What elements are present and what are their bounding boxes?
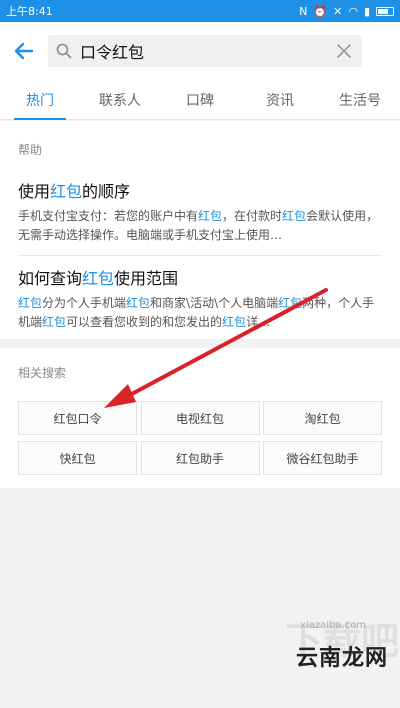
- search-header: 口令红包: [0, 22, 400, 80]
- related-searches-section: 相关搜索 红包口令 电视红包 淘红包 快红包 红包助手 微谷红包助手: [0, 348, 400, 488]
- tab-hot[interactable]: 热门: [0, 80, 80, 120]
- tab-news[interactable]: 资讯: [240, 80, 320, 120]
- related-chip[interactable]: 微谷红包助手: [263, 441, 382, 475]
- tab-koubei[interactable]: 口碑: [160, 80, 240, 120]
- mute-icon: ✕: [333, 4, 343, 18]
- tab-life[interactable]: 生活号: [320, 80, 400, 120]
- alarm-icon: ⏰: [313, 4, 328, 18]
- tab-contacts[interactable]: 联系人: [80, 80, 160, 120]
- result-title: 如何查询红包使用范围: [18, 269, 179, 288]
- watermark-url: xiazaiba.com: [300, 620, 366, 631]
- related-section-label: 相关搜索: [18, 366, 67, 380]
- clear-button[interactable]: [334, 41, 354, 61]
- wifi-icon: ◠: [348, 4, 358, 18]
- close-icon: [337, 44, 351, 58]
- status-bar: 上午8:41 N ⏰ ✕ ◠ ▮: [0, 0, 400, 22]
- related-chip[interactable]: 红包助手: [140, 441, 260, 475]
- battery-icon: [376, 6, 394, 16]
- status-icons: N ⏰ ✕ ◠ ▮: [299, 5, 394, 18]
- result-title: 使用红包的顺序: [18, 182, 131, 201]
- related-chip-grid: 红包口令 电视红包 淘红包 快红包 红包助手 微谷红包助手: [18, 401, 382, 475]
- search-input[interactable]: 口令红包: [48, 35, 362, 67]
- help-result-2[interactable]: 如何查询红包使用范围 红包分为个人手机端红包和商家\活动\个人电脑端红包两种，个…: [18, 269, 382, 332]
- help-result-1[interactable]: 使用红包的顺序 手机支付宝支付：若您的账户中有红包，在付款时红包会默认使用，无需…: [18, 182, 382, 245]
- related-chip[interactable]: 红包口令: [18, 401, 137, 435]
- related-chip[interactable]: 快红包: [18, 441, 137, 475]
- result-description: 手机支付宝支付：若您的账户中有红包，在付款时红包会默认使用，无需手动选择操作。电…: [18, 209, 379, 242]
- nfc-icon: N: [299, 4, 308, 18]
- status-time: 上午8:41: [6, 5, 53, 18]
- result-tabs: 热门 联系人 口碑 资讯 生活号: [0, 80, 400, 120]
- result-description: 红包分为个人手机端红包和商家\活动\个人电脑端红包两种，个人手机端红包可以查看您…: [18, 296, 375, 329]
- back-arrow-icon: [14, 42, 34, 60]
- back-button[interactable]: [0, 22, 48, 80]
- help-section-label: 帮助: [18, 143, 43, 157]
- related-chip[interactable]: 电视红包: [140, 401, 260, 435]
- search-icon: [56, 43, 72, 59]
- related-chip[interactable]: 淘红包: [263, 401, 382, 435]
- divider: [18, 255, 382, 256]
- watermark-text: 云南龙网: [296, 646, 389, 671]
- search-query: 口令红包: [80, 43, 145, 62]
- help-section: 帮助 使用红包的顺序 手机支付宝支付：若您的账户中有红包，在付款时红包会默认使用…: [0, 121, 400, 339]
- signal-icon: ▮: [363, 4, 370, 18]
